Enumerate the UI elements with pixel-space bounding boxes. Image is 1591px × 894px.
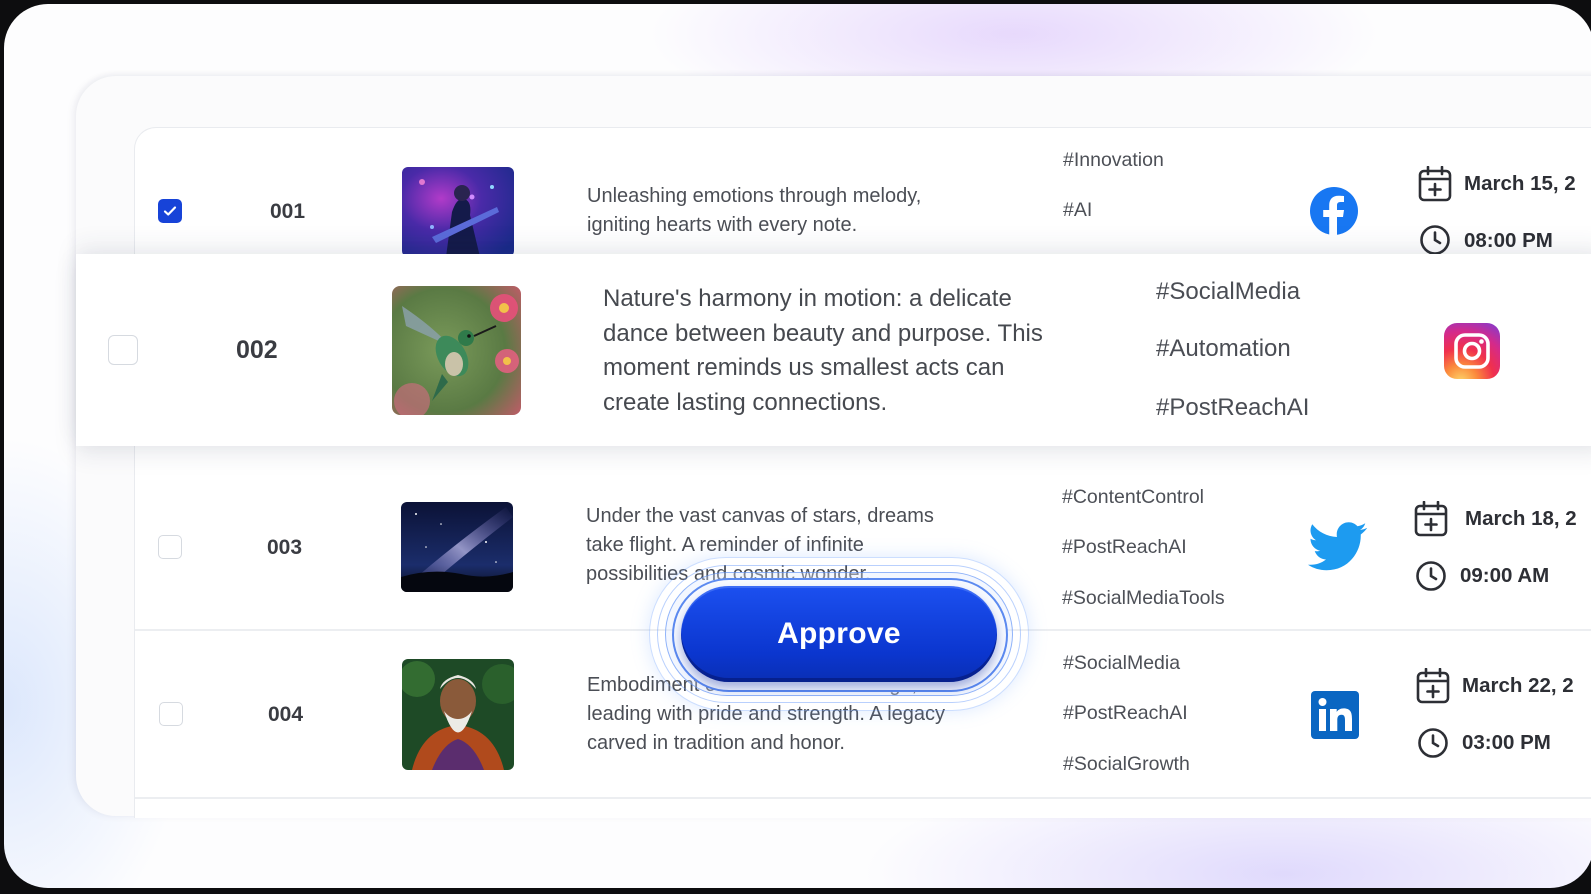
scheduled-time: 03:00 PM [1462,731,1551,754]
row-checkbox[interactable] [158,535,182,559]
post-id: 004 [268,703,304,726]
hashtag[interactable]: #PostReachAI [1063,702,1188,725]
caption-line: create lasting connections. [603,388,888,416]
approve-button[interactable]: Approve [681,586,997,682]
post-id: 003 [267,536,303,559]
row-checkbox[interactable] [158,199,182,223]
caption-line: Under the vast canvas of stars, dreams [586,505,934,527]
caption-line: igniting hearts with every note. [587,214,858,236]
scheduled-date: March 15, 2 [1464,172,1576,195]
row-checkbox[interactable] [108,335,138,365]
scheduled-date: March 22, 2 [1462,674,1574,697]
caption-line: dance between beauty and purpose. This [603,319,1043,347]
scheduled-time: 08:00 PM [1464,229,1553,252]
hashtag[interactable]: #SocialMedia [1156,278,1300,306]
caption-line: take flight. A reminder of infinite [586,534,864,556]
row-checkbox[interactable] [159,702,183,726]
hashtag[interactable]: #PostReachAI [1156,394,1309,422]
facebook-icon[interactable] [1310,187,1358,240]
row-divider [135,797,1591,799]
hashtag[interactable]: #ContentControl [1062,486,1204,509]
clock-icon [1415,560,1447,597]
post-caption: Unleashing emotions through melody, igni… [587,182,987,240]
caption-line: Nature's harmony in motion: a delicate [603,285,1012,312]
hashtag[interactable]: #SocialMedia [1063,652,1180,675]
hashtag[interactable]: #PostReachAI [1062,536,1187,559]
calendar-icon [1414,500,1448,542]
post-id: 002 [236,336,278,364]
hashtag[interactable]: #SocialMediaTools [1062,587,1225,610]
calendar-icon [1416,667,1450,709]
table-row[interactable]: 001 Unleashing emotions through melody, … [134,129,1591,257]
highlighted-table-row[interactable]: 002 Nature's harmony in motion: a delica… [76,254,1591,446]
post-id: 001 [270,200,306,223]
elder-portrait-image[interactable] [402,659,514,770]
post-caption: Nature's harmony in motion: a delicate d… [603,282,1093,420]
scheduled-time: 09:00 AM [1460,564,1550,587]
approve-button-wrapper: Approve [649,557,1029,711]
twitter-icon[interactable] [1308,522,1368,577]
app-frame: 001 Unleashing emotions through melody, … [4,4,1591,888]
hummingbird-image[interactable] [392,286,521,415]
linkedin-icon[interactable] [1311,691,1359,744]
clock-icon [1417,727,1449,764]
calendar-icon [1418,165,1452,207]
caption-line: Unleashing emotions through melody, [587,185,922,207]
instagram-icon[interactable] [1444,323,1500,384]
hashtag[interactable]: #SocialGrowth [1063,753,1190,776]
scheduled-date: March 18, 2 [1465,507,1577,530]
milky-way-image[interactable] [401,502,513,592]
hashtag[interactable]: #AI [1063,199,1092,222]
hashtag[interactable]: #Innovation [1063,149,1164,172]
guitarist-neon-image[interactable] [402,167,514,257]
hashtag[interactable]: #Automation [1156,335,1291,363]
checkmark-icon [163,206,177,216]
caption-line: carved in tradition and honor. [587,732,845,754]
caption-line: moment reminds us smallest acts can [603,354,1005,381]
